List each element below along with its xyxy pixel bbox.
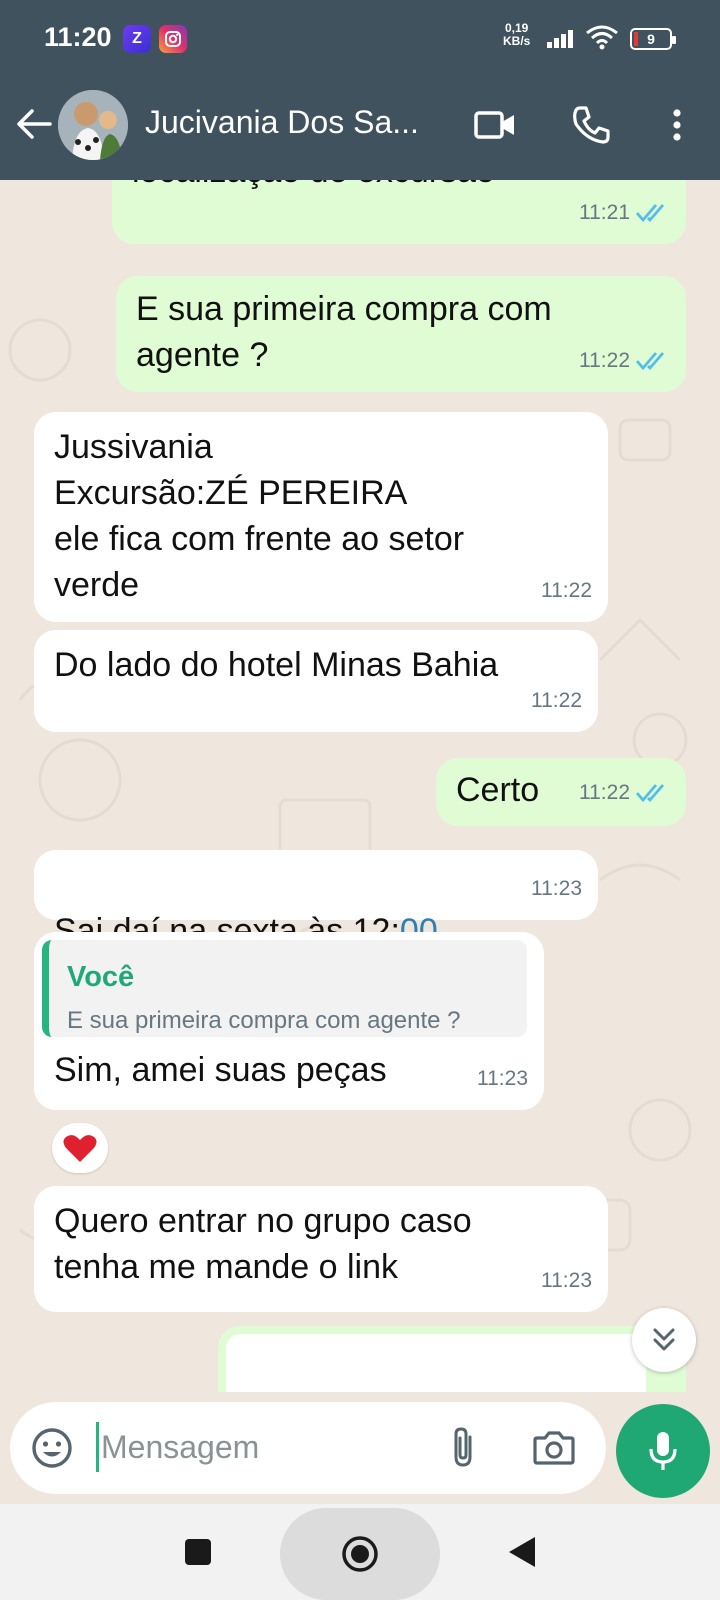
emoji-icon bbox=[32, 1428, 72, 1468]
attach-icon bbox=[454, 1427, 472, 1467]
heart-icon bbox=[63, 1135, 97, 1162]
message-bubble-outgoing[interactable]: E sua primeira compra com agente ? 11:22 bbox=[116, 276, 686, 392]
message-time: 11:22 bbox=[531, 689, 582, 712]
camera-icon bbox=[533, 1431, 575, 1465]
message-text: localização de excursão bbox=[132, 180, 495, 194]
status-bar: 11:20 Z 0,19 KB/s 9 bbox=[0, 0, 720, 78]
chat-header: Jucivania Dos Sa... bbox=[0, 78, 720, 180]
mic-icon bbox=[649, 1432, 677, 1470]
system-navigation-bar bbox=[0, 1504, 720, 1600]
network-speed: 0,19 KB/s bbox=[503, 22, 530, 48]
home-icon bbox=[342, 1536, 378, 1572]
message-input[interactable] bbox=[96, 1422, 426, 1472]
battery-icon: 9 bbox=[630, 28, 676, 50]
message-time: 11:23 bbox=[531, 877, 582, 900]
voice-message-button[interactable] bbox=[616, 1404, 710, 1498]
wifi-icon bbox=[585, 24, 619, 55]
instagram-notification-icon bbox=[159, 25, 187, 53]
message-bubble-incoming[interactable]: Sai daí na sexta às 12:00 11:23 bbox=[34, 850, 598, 950]
recent-apps-icon bbox=[185, 1539, 211, 1565]
back-icon bbox=[509, 1537, 535, 1567]
back-arrow-icon bbox=[17, 109, 52, 139]
message-bubble-outgoing-partial[interactable] bbox=[218, 1326, 686, 1392]
message-bubble-incoming-reply[interactable]: Você E sua primeira compra com agente ? … bbox=[34, 932, 544, 1110]
contact-name[interactable]: Jucivania Dos Sa... bbox=[145, 104, 445, 141]
message-time: 11:23 bbox=[541, 1269, 592, 1292]
recent-apps-button[interactable] bbox=[180, 1534, 216, 1570]
voice-call-button[interactable] bbox=[566, 100, 616, 150]
message-time: 11:22 bbox=[579, 349, 630, 372]
attach-button[interactable] bbox=[438, 1422, 488, 1472]
more-options-button[interactable] bbox=[652, 100, 702, 150]
network-speed-unit: KB/s bbox=[503, 34, 531, 48]
double-chevron-down-icon bbox=[653, 1328, 675, 1351]
read-receipt-icon bbox=[636, 352, 665, 371]
read-receipt-icon bbox=[636, 204, 665, 223]
message-time: 11:23 bbox=[477, 1067, 528, 1090]
chat-messages[interactable]: localização de excursão 11:21 E sua prim… bbox=[0, 180, 720, 1392]
quoted-message[interactable]: Você E sua primeira compra com agente ? bbox=[42, 940, 527, 1037]
quote-author: Você bbox=[67, 961, 135, 993]
message-bubble-incoming[interactable]: Do lado do hotel Minas Bahia 11:22 bbox=[34, 630, 598, 732]
message-bubble-outgoing[interactable]: localização de excursão 11:21 bbox=[112, 180, 686, 244]
video-call-icon bbox=[474, 111, 514, 139]
message-reaction[interactable] bbox=[52, 1123, 108, 1173]
message-text: Jussivania Excursão:ZÉ PEREIRA ele fica … bbox=[54, 428, 465, 604]
message-bubble-outgoing[interactable]: Certo 11:22 bbox=[436, 758, 686, 826]
message-text: Sim, amei suas peças bbox=[54, 1051, 387, 1089]
home-button[interactable] bbox=[280, 1508, 440, 1600]
message-time: 11:22 bbox=[541, 579, 592, 602]
message-text: E sua primeira compra com agente ? bbox=[136, 290, 552, 374]
message-text: Do lado do hotel Minas Bahia bbox=[54, 646, 499, 684]
more-vert-icon bbox=[673, 109, 681, 141]
signal-icon bbox=[546, 27, 580, 54]
message-bubble-incoming[interactable]: Jussivania Excursão:ZÉ PEREIRA ele fica … bbox=[34, 412, 608, 622]
quote-text: E sua primeira compra com agente ? bbox=[67, 1007, 461, 1034]
read-receipt-icon bbox=[636, 784, 665, 803]
media-preview bbox=[226, 1334, 646, 1392]
contact-avatar[interactable] bbox=[58, 90, 128, 160]
z-app-notification-icon: Z bbox=[123, 25, 151, 53]
message-bubble-incoming[interactable]: Quero entrar no grupo caso tenha me mand… bbox=[34, 1186, 608, 1312]
system-back-button[interactable] bbox=[500, 1530, 544, 1574]
video-call-button[interactable] bbox=[470, 100, 520, 150]
emoji-button[interactable] bbox=[28, 1424, 76, 1472]
message-time: 11:21 bbox=[579, 201, 630, 224]
message-text: Quero entrar no grupo caso tenha me mand… bbox=[54, 1202, 472, 1286]
scroll-to-bottom-button[interactable] bbox=[632, 1308, 696, 1372]
back-button[interactable] bbox=[14, 102, 54, 146]
message-time: 11:22 bbox=[579, 781, 630, 804]
battery-level: 9 bbox=[647, 31, 655, 47]
message-text: Certo bbox=[456, 771, 540, 809]
message-input-box bbox=[10, 1402, 606, 1494]
camera-button[interactable] bbox=[526, 1422, 582, 1472]
message-composer bbox=[0, 1392, 720, 1504]
status-time: 11:20 bbox=[44, 22, 112, 52]
phone-icon bbox=[573, 106, 610, 144]
